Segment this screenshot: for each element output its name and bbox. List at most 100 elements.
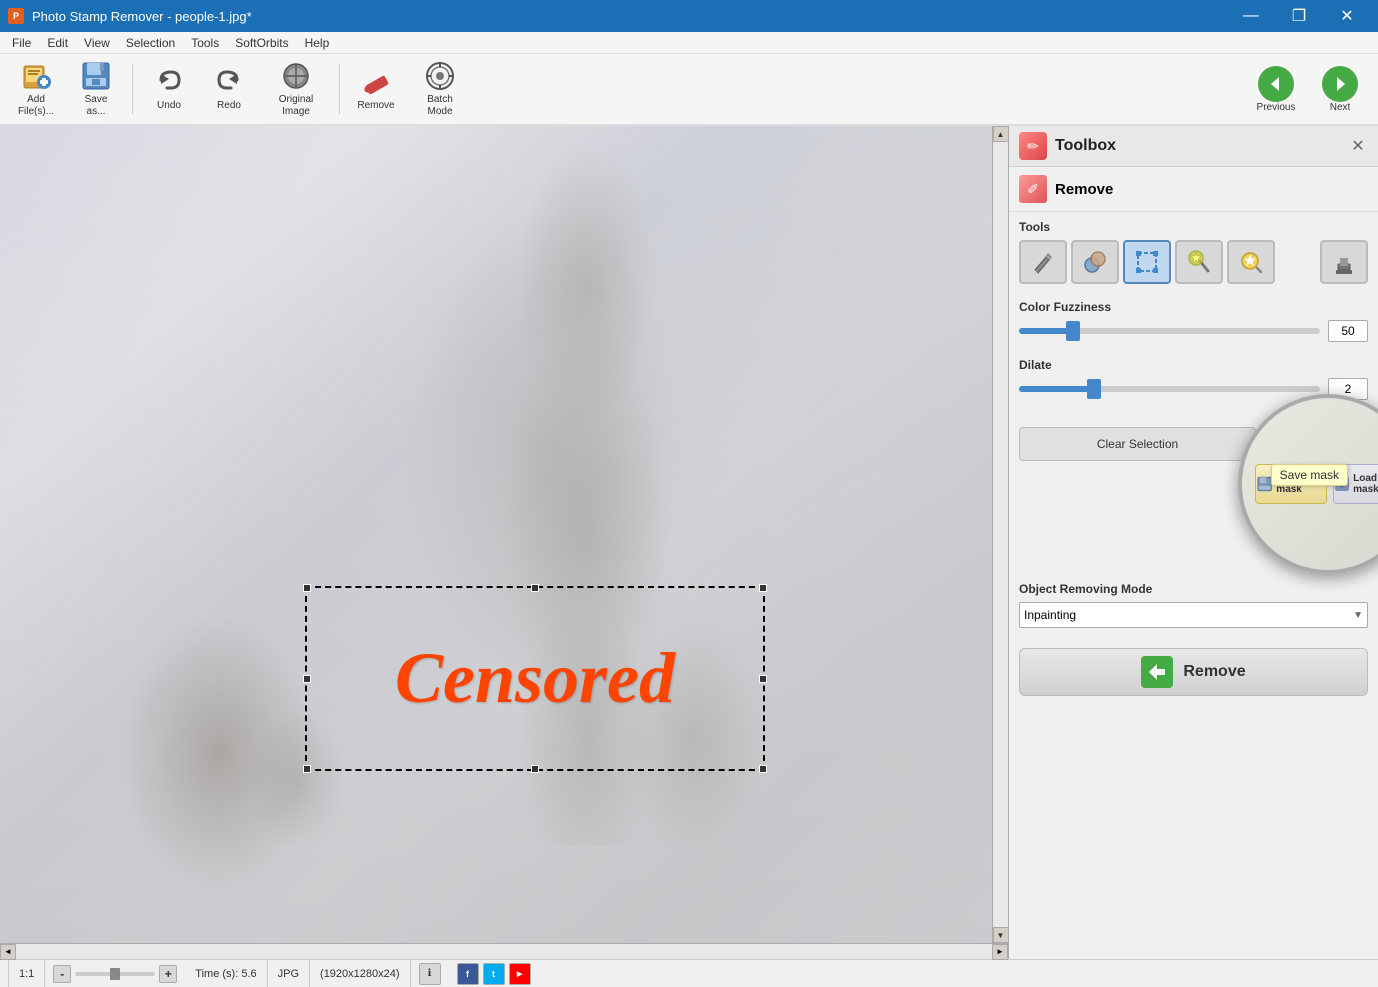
- mode-select-arrow: ▼: [1353, 610, 1363, 621]
- toolbar-sep-1: [132, 64, 133, 114]
- scroll-right-button[interactable]: ►: [992, 944, 1008, 960]
- time-label: Time (s): 5.6: [195, 968, 256, 980]
- window-controls: — ❐ ✕: [1228, 0, 1370, 32]
- magic-wand-tool-button[interactable]: [1175, 240, 1223, 284]
- zoom-slider[interactable]: [75, 972, 155, 976]
- image-display[interactable]: Censored: [0, 126, 992, 943]
- social-icon-3[interactable]: ▶: [509, 963, 531, 985]
- menu-tools[interactable]: Tools: [183, 34, 227, 52]
- remove-toolbar-button[interactable]: Remove: [348, 58, 404, 120]
- maximize-button[interactable]: ❐: [1276, 0, 1322, 32]
- clear-selection-button[interactable]: Clear Selection: [1019, 427, 1256, 461]
- rect-select-tool-button[interactable]: [1123, 240, 1171, 284]
- zoom-slider-thumb[interactable]: [110, 968, 120, 980]
- pencil-tool-button[interactable]: [1019, 240, 1067, 284]
- redo-button[interactable]: Redo: [201, 58, 257, 120]
- zoom-control: - +: [45, 965, 185, 983]
- remove-button[interactable]: Remove: [1019, 648, 1368, 696]
- star-wand-tool-button[interactable]: [1227, 240, 1275, 284]
- add-files-icon: [20, 60, 52, 92]
- color-fuzziness-section: Color Fuzziness 50: [1009, 292, 1378, 350]
- batch-mode-button[interactable]: BatchMode: [408, 58, 472, 120]
- stamp-tool-button[interactable]: [1320, 240, 1368, 284]
- toolbar-sep-2: [339, 64, 340, 114]
- previous-label: Previous: [1257, 102, 1296, 113]
- next-button[interactable]: Next: [1310, 58, 1370, 120]
- info-area: ℹ: [411, 963, 449, 985]
- scroll-track-v[interactable]: [993, 142, 1008, 927]
- menu-selection[interactable]: Selection: [118, 34, 183, 52]
- zoom-increase-button[interactable]: +: [159, 965, 177, 983]
- scroll-track-h[interactable]: [16, 944, 992, 959]
- title-bar: P Photo Stamp Remover - people-1.jpg* — …: [0, 0, 1378, 32]
- redo-label: Redo: [217, 100, 241, 112]
- color-fuzziness-slider[interactable]: [1019, 328, 1320, 334]
- tools-section: Tools: [1009, 212, 1378, 292]
- zoom-decrease-button[interactable]: -: [53, 965, 71, 983]
- scroll-left-button[interactable]: ◄: [0, 944, 16, 960]
- color-fuzziness-value[interactable]: 50: [1328, 320, 1368, 342]
- menu-file[interactable]: File: [4, 34, 39, 52]
- format-segment: JPG: [268, 960, 310, 987]
- mode-row: Inpainting ▼: [1019, 602, 1368, 628]
- undo-icon: [153, 66, 185, 98]
- menu-softorbits[interactable]: SoftOrbits: [227, 34, 296, 52]
- object-removing-mode-label: Object Removing Mode: [1019, 582, 1368, 596]
- menu-bar: File Edit View Selection Tools SoftOrbit…: [0, 32, 1378, 54]
- menu-help[interactable]: Help: [297, 34, 338, 52]
- menu-view[interactable]: View: [76, 34, 118, 52]
- horizontal-scrollbar[interactable]: ◄ ►: [0, 943, 1008, 959]
- info-button[interactable]: ℹ: [419, 963, 441, 985]
- scroll-up-button[interactable]: ▲: [993, 126, 1009, 142]
- app-icon: P: [8, 8, 24, 24]
- add-files-label: AddFile(s)...: [18, 94, 54, 118]
- mode-select[interactable]: Inpainting ▼: [1019, 602, 1368, 628]
- dilate-thumb[interactable]: [1087, 379, 1101, 399]
- object-removing-mode-section: Object Removing Mode Inpainting ▼: [1009, 574, 1378, 636]
- canvas-area: Censored ▲ ▼ ◄: [0, 126, 1008, 959]
- dilate-slider[interactable]: [1019, 386, 1320, 392]
- vertical-scrollbar[interactable]: ▲ ▼: [992, 126, 1008, 943]
- social-icon-2[interactable]: t: [483, 963, 505, 985]
- minimize-button[interactable]: —: [1228, 0, 1274, 32]
- save-as-button[interactable]: Saveas...: [68, 58, 124, 120]
- previous-button[interactable]: Previous: [1246, 58, 1306, 120]
- title-bar-left: P Photo Stamp Remover - people-1.jpg*: [8, 8, 252, 24]
- remove-icon: ✐: [1019, 175, 1047, 203]
- scroll-down-button[interactable]: ▼: [993, 927, 1009, 943]
- social-icon-1[interactable]: f: [457, 963, 479, 985]
- undo-label: Undo: [157, 100, 181, 112]
- toolbar: AddFile(s)... Saveas... Undo: [0, 54, 1378, 126]
- original-image-button[interactable]: OriginalImage: [261, 58, 331, 120]
- add-files-button[interactable]: AddFile(s)...: [8, 58, 64, 120]
- hand-silhouette: [120, 613, 320, 893]
- remove-btn-label: Remove: [1183, 663, 1245, 681]
- toolbox-icon: ✏: [1019, 132, 1047, 160]
- color-select-tool-button[interactable]: [1071, 240, 1119, 284]
- batch-mode-label: BatchMode: [427, 94, 453, 118]
- toolbox-panel: ✏ Toolbox ✕ ✐ Remove Tools: [1008, 126, 1378, 959]
- next-icon: [1322, 66, 1358, 102]
- save-as-icon: [80, 60, 112, 92]
- tools-section-label: Tools: [1019, 220, 1368, 234]
- toolbox-title: Toolbox: [1055, 137, 1116, 155]
- save-mask-tooltip: Save mask: [1271, 464, 1348, 486]
- undo-button[interactable]: Undo: [141, 58, 197, 120]
- tools-row: [1019, 240, 1368, 284]
- remove-toolbar-label: Remove: [357, 100, 394, 112]
- main-content: Censored ▲ ▼ ◄: [0, 126, 1378, 959]
- dilate-label: Dilate: [1019, 358, 1368, 372]
- save-as-label: Saveas...: [85, 94, 108, 118]
- color-fuzziness-slider-row: 50: [1019, 320, 1368, 342]
- close-button[interactable]: ✕: [1324, 0, 1370, 32]
- toolbox-header-left: ✏ Toolbox: [1019, 132, 1116, 160]
- format-label: JPG: [278, 968, 299, 980]
- toolbox-close-button[interactable]: ✕: [1348, 136, 1368, 156]
- nav-area: Previous Next: [1246, 58, 1370, 120]
- zoom-load-label: Load mask: [1353, 473, 1378, 495]
- redo-icon: [213, 66, 245, 98]
- menu-edit[interactable]: Edit: [39, 34, 76, 52]
- dilate-fill: [1019, 386, 1094, 392]
- color-fuzziness-thumb[interactable]: [1066, 321, 1080, 341]
- batch-mode-icon: [424, 60, 456, 92]
